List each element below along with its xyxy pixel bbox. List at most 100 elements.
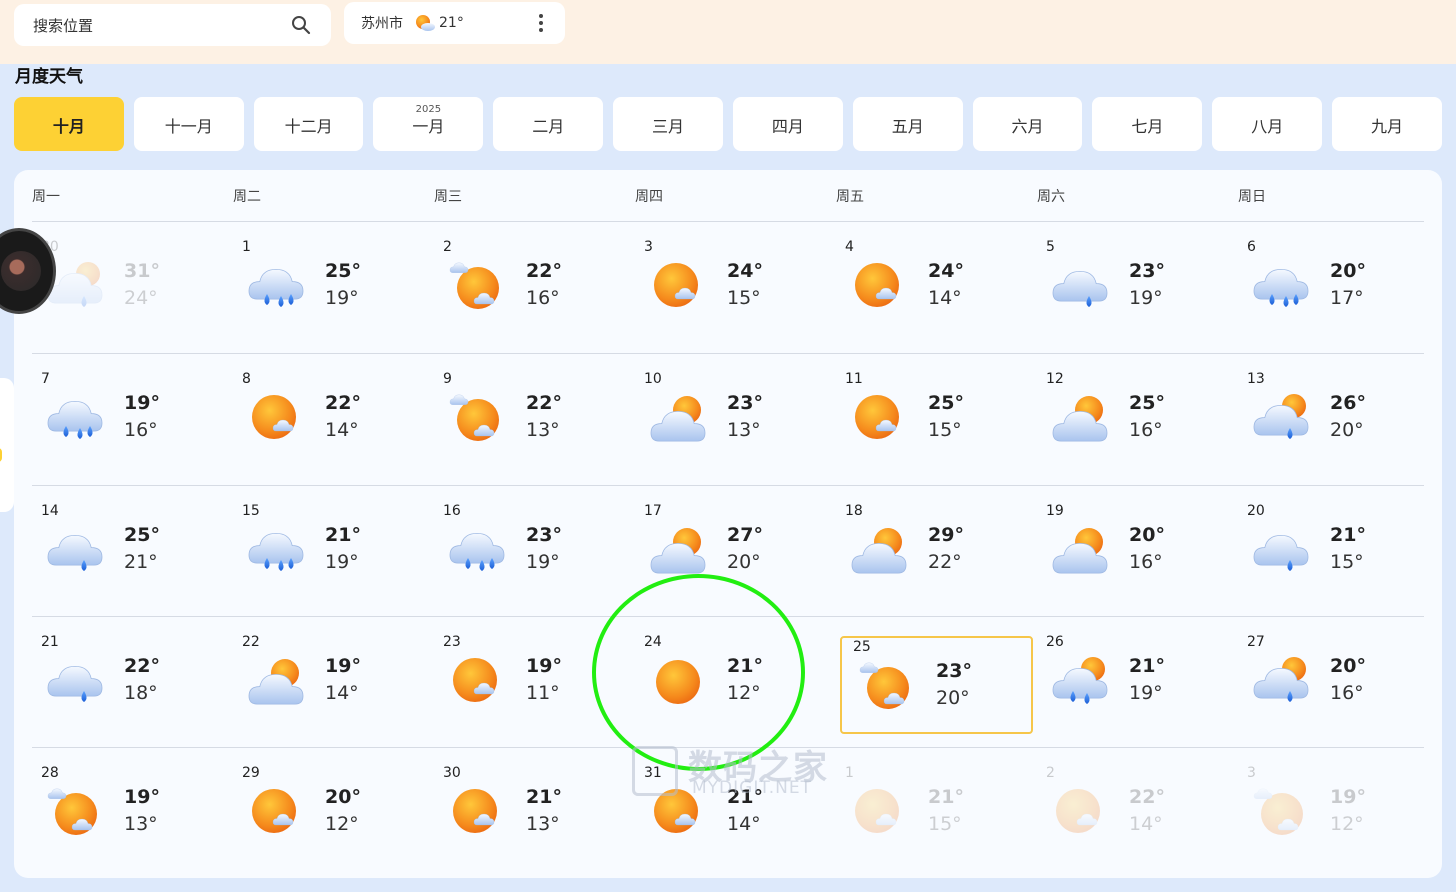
high-temp: 19° [526,655,562,677]
day-cell[interactable]: 16 23° 19° [432,502,625,602]
month-tab-label: 二月 [532,117,565,136]
day-cell[interactable]: 30 31°24° [30,238,223,338]
month-tab-label: 六月 [1011,117,1044,136]
search-input[interactable]: 搜索位置 [14,4,331,46]
day-cell[interactable]: 23 19° 11° [432,633,625,733]
high-temp: 22° [526,260,562,282]
day-number: 8 [242,371,251,387]
sun-small-cloud-icon [453,658,497,702]
day-cell[interactable]: 4 24° 14° [834,238,1027,338]
day-cell[interactable]: 29 20° 12° [231,764,424,864]
day-cell[interactable]: 5 23° 19° [1035,238,1228,338]
low-temp: 15° [928,419,962,441]
day-cell[interactable]: 2 22° 16° [432,238,625,338]
day-cell[interactable]: 2 22° 14° [1035,764,1228,864]
cloudy-sun-icon [1052,528,1108,574]
high-temp: 23° [1129,260,1165,282]
day-cell[interactable]: 9 22° 13° [432,370,625,470]
sunny-icon [656,660,700,704]
month-tab-label: 十月 [52,117,85,136]
month-tab[interactable]: 七月 [1092,97,1203,151]
day-number: 6 [1247,239,1256,255]
day-cell[interactable]: 24 21° 12° [633,633,826,733]
high-temp: 21° [727,786,763,808]
weekday-label: 周四 [635,189,663,205]
low-temp: 13° [526,419,560,441]
side-drawer-handle[interactable] [0,378,14,512]
high-temp: 21° [325,524,361,546]
more-options-icon[interactable] [534,12,548,34]
search-icon[interactable] [291,15,311,35]
cloud-sun-cloud-icon [47,788,97,835]
high-temp: 31° [124,260,160,282]
day-cell[interactable]: 19 20° 16° [1035,502,1228,602]
day-cell[interactable]: 26 21° 19° [1035,633,1228,733]
day-cell[interactable]: 13 26° 20° [1236,370,1429,470]
day-cell[interactable]: 12 25° 16° [1035,370,1228,470]
low-temp: 13° [727,419,761,441]
day-number: 3 [644,239,653,255]
heavy-rain-icon [248,268,304,307]
low-temp: 14° [928,287,962,309]
monthly-calendar: 周一周二周三周四周五周六周日 30 31°24°1 25°19°2 22°16°… [14,170,1442,878]
day-cell[interactable]: 20 21° 15° [1236,502,1429,602]
month-tab-label: 四月 [771,117,804,136]
day-number: 28 [41,765,59,781]
high-temp: 23° [526,524,562,546]
day-cell[interactable]: 3 24° 15° [633,238,826,338]
month-tab[interactable]: 十二月 [253,97,364,151]
high-temp: 22° [526,392,562,414]
month-tab[interactable]: 九月 [1332,97,1442,151]
month-tab[interactable]: 三月 [613,97,723,151]
month-tab[interactable]: 十月 [14,97,124,151]
day-cell[interactable]: 11 25° 15° [834,370,1027,470]
low-temp: 20° [1330,419,1364,441]
day-cell[interactable]: 1 21° 15° [834,764,1027,864]
high-temp: 27° [727,524,763,546]
day-cell[interactable]: 31 21° 14° [633,764,826,864]
low-temp: 16° [1129,551,1163,573]
month-tab[interactable]: 五月 [852,97,963,151]
day-cell[interactable]: 10 23° 13° [633,370,826,470]
day-cell[interactable]: 28 19° 13° [30,764,223,864]
month-tab[interactable]: 四月 [732,97,843,151]
cloud-sun-cloud-icon [1253,788,1303,835]
sun-small-cloud-icon [654,263,698,307]
day-cell[interactable]: 30 21° 13° [432,764,625,864]
low-temp: 14° [325,682,359,704]
day-cell[interactable]: 21 22° 18° [30,633,223,733]
day-cell[interactable]: 17 27° 20° [633,502,826,602]
day-cell[interactable]: 8 22° 14° [231,370,424,470]
month-tab[interactable]: 十一月 [133,97,244,151]
day-cell[interactable]: 18 29° 22° [834,502,1027,602]
day-cell[interactable]: 1 25° 19° [231,238,424,338]
heavy-rain-icon [248,532,304,571]
day-cell[interactable]: 7 19° 16° [30,370,223,470]
month-tab[interactable]: 六月 [972,97,1083,151]
day-cell[interactable]: 27 20° 16° [1236,633,1429,733]
heavy-rain-icon [47,400,103,439]
day-cell[interactable]: 15 21° 19° [231,502,424,602]
month-tab[interactable]: 2025 一月 [373,97,484,151]
cloudy-sun-icon [851,528,907,574]
day-number: 20 [1247,503,1265,519]
day-cell[interactable]: 3 19° 12° [1236,764,1429,864]
current-location[interactable]: 苏州市 21° [344,2,565,44]
day-number: 12 [1046,371,1064,387]
day-number: 10 [644,371,662,387]
weekday-label: 周一 [32,189,60,205]
weekday-label: 周日 [1238,189,1266,205]
day-number: 25 [853,639,871,655]
day-number: 11 [845,371,863,387]
day-number: 23 [443,634,461,650]
day-cell[interactable]: 14 25° 21° [30,502,223,602]
day-cell[interactable]: 6 20° 17° [1236,238,1429,338]
month-tab[interactable]: 二月 [493,97,604,151]
weekday-label: 周二 [233,189,261,205]
low-temp: 20° [727,551,761,573]
month-tab[interactable]: 八月 [1212,97,1323,151]
low-temp: 19° [526,551,560,573]
high-temp: 19° [325,655,361,677]
day-cell[interactable]: 25 23° 20° [840,636,1033,734]
day-cell[interactable]: 22 19° 14° [231,633,424,733]
